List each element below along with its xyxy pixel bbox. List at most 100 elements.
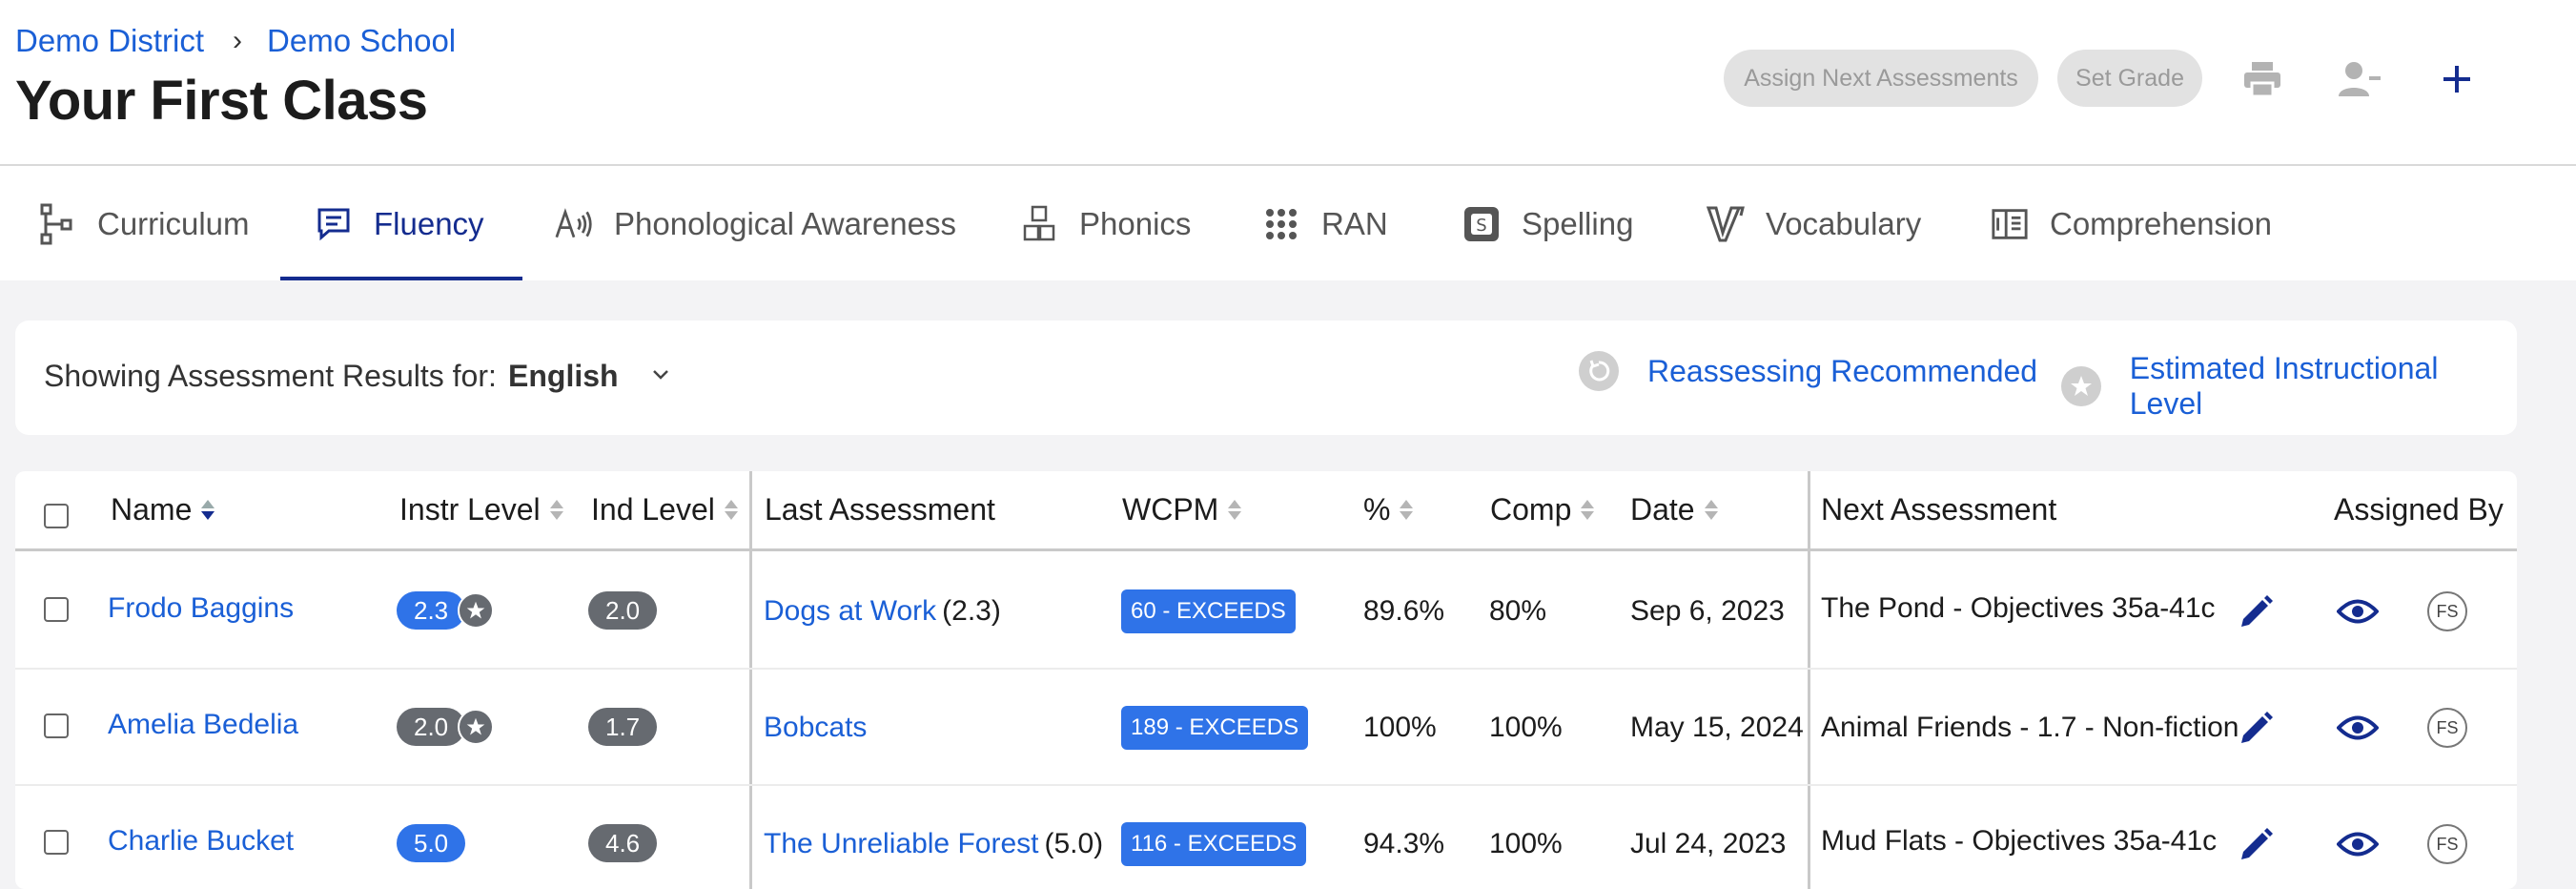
- tab-spelling[interactable]: S Spelling: [1462, 168, 1633, 280]
- wcpm-badge: 189 - EXCEEDS: [1121, 706, 1309, 750]
- breadcrumb-school-link[interactable]: Demo School: [267, 23, 456, 59]
- assigned-by-initials: FS: [2427, 591, 2467, 631]
- tab-vocabulary[interactable]: Vocabulary: [1707, 168, 1921, 280]
- vocabulary-icon: [1707, 205, 1745, 243]
- ind-level-badge: 2.0: [588, 591, 658, 630]
- col-name-label: Name: [111, 492, 193, 527]
- comp-cell: 100%: [1489, 828, 1563, 859]
- tab-label: Comprehension: [2050, 206, 2272, 241]
- assessment-tabs: Curriculum Fluency Phonological Awarenes…: [0, 168, 2576, 280]
- assigned-by-initials: FS: [2427, 708, 2467, 748]
- plus-icon[interactable]: [2435, 57, 2479, 101]
- remove-user-icon[interactable]: [2338, 57, 2382, 101]
- last-assessment-cell: Bobcats: [764, 699, 872, 756]
- sort-icon[interactable]: [1704, 500, 1718, 520]
- star-icon: [458, 709, 495, 745]
- tab-curriculum[interactable]: Curriculum: [38, 168, 250, 280]
- tab-label: Phonological Awareness: [614, 206, 956, 241]
- tab-label: Vocabulary: [1766, 206, 1922, 241]
- tab-ran[interactable]: RAN: [1262, 168, 1388, 280]
- tab-label: RAN: [1321, 206, 1388, 241]
- tab-phonological-awareness[interactable]: Phonological Awareness: [555, 168, 956, 280]
- instr-level-badge: 5.0: [397, 824, 466, 862]
- table-row: Frodo Baggins 2.3 2.0 Dogs at Work (2.3)…: [15, 553, 2517, 670]
- student-name-link[interactable]: Frodo Baggins: [108, 580, 294, 637]
- last-assessment-link[interactable]: The Unreliable Forest: [764, 828, 1038, 860]
- page-title: Your First Class: [15, 70, 428, 132]
- last-assessment-link[interactable]: Bobcats: [764, 712, 867, 744]
- instr-level-badge: 2.0: [397, 708, 466, 746]
- col-next-assessment-label: Next Assessment: [1821, 492, 2057, 527]
- phonological-icon: [555, 205, 593, 243]
- tab-fluency[interactable]: Fluency: [280, 168, 522, 280]
- tab-label: Fluency: [374, 206, 484, 241]
- tab-comprehension[interactable]: Comprehension: [1991, 168, 2272, 280]
- table-header: Name Instr Level Ind Level Last Assessme…: [15, 471, 2517, 551]
- view-icon[interactable]: [2336, 706, 2380, 750]
- phonics-icon: [1020, 205, 1058, 243]
- col-comp[interactable]: Comp: [1490, 492, 1595, 527]
- sort-icon[interactable]: [549, 500, 563, 520]
- last-assessment-cell: The Unreliable Forest (5.0): [764, 816, 1103, 873]
- ind-level-cell: 2.0: [588, 582, 658, 639]
- col-wcpm[interactable]: WCPM: [1122, 492, 1242, 527]
- sort-icon[interactable]: [1400, 500, 1414, 520]
- date-cell: Jul 24, 2023: [1630, 828, 1787, 859]
- sort-icon[interactable]: [201, 500, 215, 520]
- last-assessment-link[interactable]: Dogs at Work: [764, 595, 936, 628]
- assigned-by-avatar: FS: [2425, 706, 2469, 750]
- instr-level-badge: 2.3: [397, 591, 466, 630]
- edit-icon[interactable]: [2235, 822, 2279, 866]
- instr-level-cell: 2.3: [397, 582, 495, 639]
- chevron-down-icon[interactable]: [648, 362, 675, 389]
- sort-icon[interactable]: [1228, 500, 1242, 520]
- assigned-by-initials: FS: [2427, 824, 2467, 864]
- assign-next-assessments-button[interactable]: Assign Next Assessments: [1724, 50, 2038, 107]
- assigned-by-avatar: FS: [2425, 822, 2469, 866]
- set-grade-button[interactable]: Set Grade: [2057, 50, 2202, 107]
- student-name-link[interactable]: Amelia Bedelia: [108, 696, 298, 754]
- col-last-assessment-label: Last Assessment: [765, 492, 995, 527]
- row-checkbox[interactable]: [44, 830, 69, 855]
- instr-level-cell: 2.0: [397, 698, 495, 755]
- last-assessment-cell: Dogs at Work (2.3): [764, 583, 1001, 640]
- col-ind-level[interactable]: Ind Level: [591, 492, 738, 527]
- col-wcpm-label: WCPM: [1122, 492, 1219, 527]
- legend-eil-label: Estimated Instructional Level: [2129, 351, 2439, 421]
- view-icon[interactable]: [2336, 822, 2380, 866]
- instr-level-cell: 5.0: [397, 815, 466, 872]
- breadcrumb-district-link[interactable]: Demo District: [15, 23, 204, 59]
- legend-reassess-label: Reassessing Recommended: [1647, 353, 2038, 388]
- next-assessment-cell: The Pond - Objectives 35a-41c: [1821, 592, 2216, 624]
- row-checkbox[interactable]: [44, 713, 69, 738]
- table-row: Charlie Bucket 5.0 4.6 The Unreliable Fo…: [15, 786, 2517, 889]
- col-percent[interactable]: %: [1363, 492, 1414, 527]
- print-icon[interactable]: [2240, 57, 2284, 101]
- language-select[interactable]: English: [508, 359, 619, 394]
- date-cell: May 15, 2024: [1630, 712, 1804, 743]
- comp-cell: 80%: [1489, 595, 1547, 627]
- col-name[interactable]: Name: [111, 492, 215, 527]
- tab-phonics[interactable]: Phonics: [1020, 168, 1191, 280]
- col-date[interactable]: Date: [1630, 492, 1718, 527]
- sort-icon[interactable]: [1581, 500, 1595, 520]
- percent-cell: 89.6%: [1363, 595, 1445, 627]
- sort-icon[interactable]: [724, 500, 738, 520]
- reassess-icon: [1579, 351, 1619, 391]
- ind-level-badge: 4.6: [588, 824, 658, 862]
- col-date-label: Date: [1630, 492, 1695, 527]
- select-all-checkbox[interactable]: [44, 504, 69, 528]
- page-header: Demo District › Demo School Your First C…: [0, 0, 2576, 166]
- edit-icon[interactable]: [2235, 589, 2279, 633]
- filter-bar: Showing Assessment Results for: English …: [15, 320, 2517, 435]
- row-checkbox[interactable]: [44, 597, 69, 622]
- wcpm-cell: 60 - EXCEEDS: [1121, 583, 1296, 640]
- assigned-by-avatar: FS: [2425, 589, 2469, 633]
- col-instr-level[interactable]: Instr Level: [399, 492, 563, 527]
- tab-label: Spelling: [1522, 206, 1634, 241]
- student-name-link[interactable]: Charlie Bucket: [108, 813, 294, 870]
- col-assigned-by-label: Assigned By: [2334, 492, 2504, 527]
- comprehension-icon: [1991, 205, 2029, 243]
- edit-icon[interactable]: [2235, 706, 2279, 750]
- view-icon[interactable]: [2336, 589, 2380, 633]
